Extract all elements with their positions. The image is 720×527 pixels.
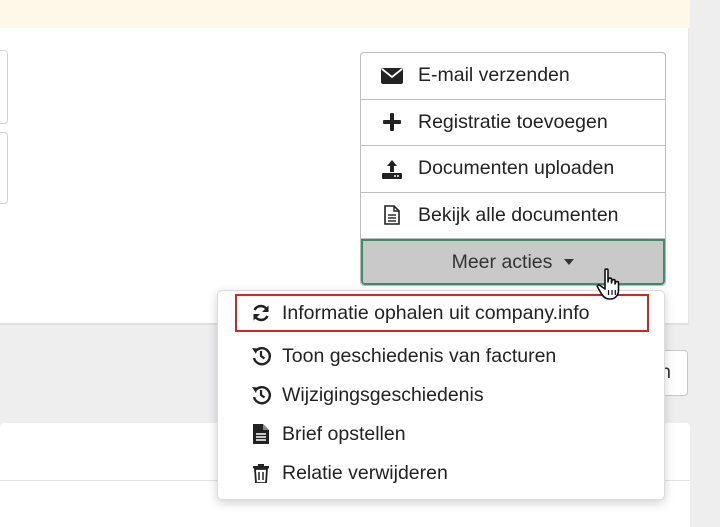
send-email-button[interactable]: E-mail verzenden bbox=[361, 53, 665, 100]
actions-panel: E-mail verzenden Registratie toevoegen D… bbox=[360, 52, 666, 286]
sync-icon bbox=[250, 302, 272, 324]
upload-documents-label: Documenten uploaden bbox=[418, 157, 615, 180]
more-actions-label: Meer acties bbox=[451, 250, 553, 273]
menu-item-label: Toon geschiedenis van facturen bbox=[282, 344, 557, 367]
add-registration-label: Registratie toevoegen bbox=[418, 110, 608, 133]
menu-item-label: Relatie verwijderen bbox=[282, 461, 448, 484]
hand-pointer-icon bbox=[596, 268, 620, 300]
send-email-label: E-mail verzenden bbox=[418, 64, 570, 87]
more-actions-menu: Informatie ophalen uit company.info Toon… bbox=[217, 290, 665, 500]
menu-item-delete-relation[interactable]: Relatie verwijderen bbox=[218, 454, 664, 492]
menu-item-invoice-history[interactable]: Toon geschiedenis van facturen bbox=[218, 337, 664, 375]
info-panel-edge bbox=[0, 50, 8, 124]
menu-item-label: Informatie ophalen uit company.info bbox=[282, 301, 590, 324]
upload-documents-button[interactable]: Documenten uploaden bbox=[361, 146, 665, 193]
upload-icon bbox=[381, 158, 403, 180]
trash-icon bbox=[250, 462, 272, 484]
menu-item-label: Wijzigingsgeschiedenis bbox=[282, 383, 484, 406]
view-all-documents-button[interactable]: Bekijk alle documenten bbox=[361, 193, 665, 239]
menu-item-label: Brief opstellen bbox=[282, 422, 406, 445]
view-all-documents-label: Bekijk alle documenten bbox=[418, 203, 619, 226]
file-icon bbox=[250, 423, 272, 445]
add-registration-button[interactable]: Registratie toevoegen bbox=[361, 100, 665, 146]
menu-item-compose-letter[interactable]: Brief opstellen bbox=[218, 415, 664, 453]
caret-down-icon bbox=[564, 259, 575, 265]
envelope-icon bbox=[381, 65, 403, 87]
info-panel-edge bbox=[0, 132, 8, 204]
notice-banner bbox=[0, 0, 690, 29]
menu-item-change-history[interactable]: Wijzigingsgeschiedenis bbox=[218, 376, 664, 414]
history-icon bbox=[250, 384, 272, 406]
document-icon bbox=[381, 204, 403, 226]
plus-icon bbox=[381, 111, 403, 133]
history-icon bbox=[250, 345, 272, 367]
